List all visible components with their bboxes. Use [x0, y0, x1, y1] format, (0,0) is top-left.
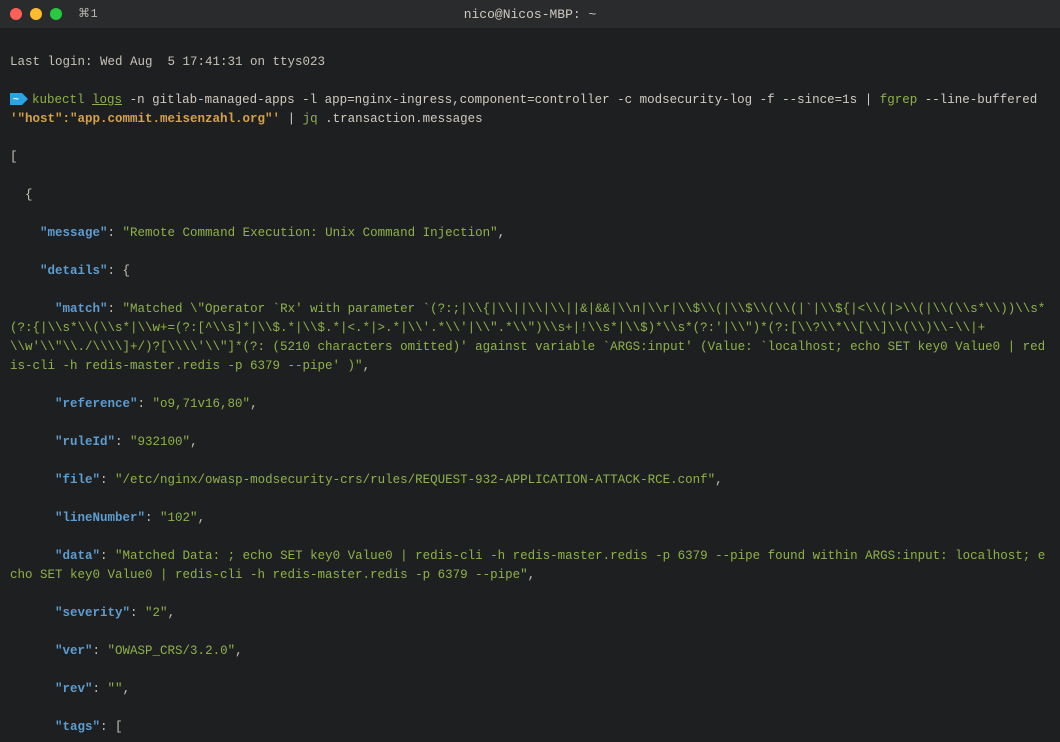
traffic-lights	[10, 8, 62, 20]
svg-text:~: ~	[13, 95, 19, 105]
terminal-output[interactable]: Last login: Wed Aug 5 17:41:31 on ttys02…	[0, 28, 1060, 742]
pipe-2: |	[288, 112, 296, 126]
json-row: "message": "Remote Command Execution: Un…	[10, 224, 1050, 243]
cmd-fgrep: fgrep	[880, 93, 918, 107]
json-row: "ver": "OWASP_CRS/3.2.0",	[10, 642, 1050, 661]
minimize-icon[interactable]	[30, 8, 42, 20]
prompt-arrow-icon: ~	[10, 91, 28, 110]
command-line: ~ kubectl logs -n gitlab-managed-apps -l …	[10, 91, 1050, 129]
cmd-args2: --line-buffered	[925, 93, 1038, 107]
zoom-icon[interactable]	[50, 8, 62, 20]
window-title: nico@Nicos-MBP: ~	[0, 5, 1060, 24]
cmd-jq: jq	[303, 112, 318, 126]
cmd-logs: logs	[92, 93, 122, 107]
pipe-1: |	[865, 93, 873, 107]
cmd-quoted-filter: '"host":"app.commit.meisenzahl.org"'	[10, 112, 280, 126]
json-row: "details": {	[10, 262, 1050, 281]
json-row: "tags": [	[10, 718, 1050, 737]
last-login-line: Last login: Wed Aug 5 17:41:31 on ttys02…	[10, 53, 1050, 72]
json-row: "file": "/etc/nginx/owasp-modsecurity-cr…	[10, 471, 1050, 490]
json-row: "lineNumber": "102",	[10, 509, 1050, 528]
json-row: "data": "Matched Data: ; echo SET key0 V…	[10, 547, 1050, 585]
cmd-kubectl: kubectl	[32, 93, 85, 107]
json-row: "reference": "o9,71v16,80",	[10, 395, 1050, 414]
json-obj-open-0: {	[10, 186, 1050, 205]
cmd-args3: .transaction.messages	[325, 112, 483, 126]
json-row: "severity": "2",	[10, 604, 1050, 623]
cmd-args1: -n gitlab-managed-apps -l app=nginx-ingr…	[130, 93, 858, 107]
json-row: "match": "Matched \"Operator `Rx' with p…	[10, 300, 1050, 376]
close-icon[interactable]	[10, 8, 22, 20]
json-array-open: [	[10, 148, 1050, 167]
json-row: "rev": "",	[10, 680, 1050, 699]
tab-shortcut-label: ⌘1	[78, 5, 98, 24]
json-row: "ruleId": "932100",	[10, 433, 1050, 452]
window-titlebar: ⌘1 nico@Nicos-MBP: ~	[0, 0, 1060, 28]
